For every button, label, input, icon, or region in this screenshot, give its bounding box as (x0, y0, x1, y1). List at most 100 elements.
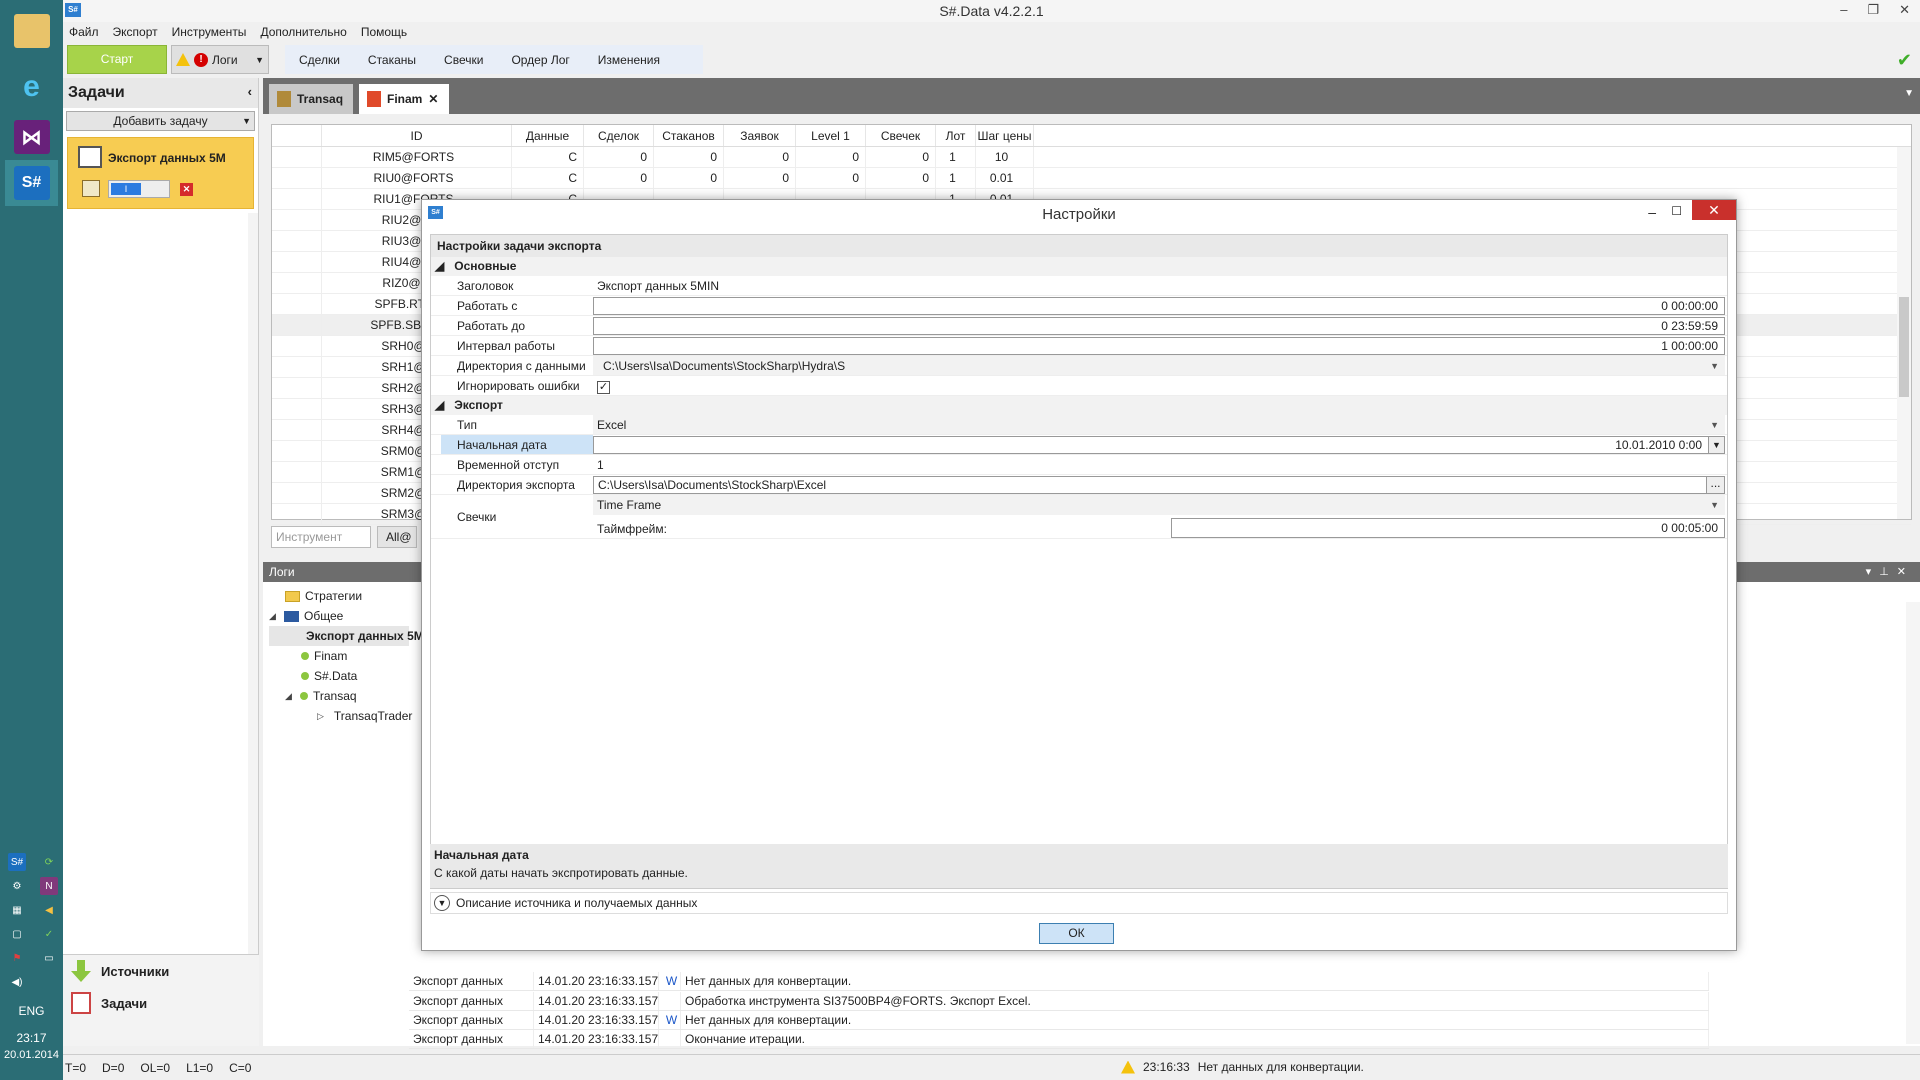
log-row[interactable]: Экспорт данных 14.01.20 23:16:33.157 W Нет … (409, 972, 1709, 991)
tasks-scrollbar[interactable] (248, 213, 258, 1028)
grid-column-header[interactable]: Сделок (584, 125, 654, 146)
shield-tray-icon[interactable]: ✓ (40, 925, 58, 943)
task-card[interactable]: Экспорт данных 5MIN I ✕ (67, 137, 254, 209)
stocksharp-tray-icon[interactable]: S# (8, 853, 26, 871)
grid-row-selector[interactable] (272, 462, 322, 482)
timeframe-input[interactable]: 0 00:05:00 (1171, 518, 1725, 538)
export-type-select[interactable]: Excel ▼ (593, 415, 1725, 434)
scroll-thumb[interactable] (1899, 297, 1909, 397)
grid-row[interactable]: RIU0@FORTS C 0 0 0 0 0 1 0.01 (272, 168, 1911, 189)
view-trades-button[interactable]: Сделки (285, 53, 354, 67)
prop-title-value[interactable]: Экспорт данных 5MIN (593, 276, 1725, 295)
flag-tray-icon[interactable]: ⚑ (8, 949, 26, 967)
grid-column-header[interactable]: Заявок (724, 125, 796, 146)
category-export[interactable]: ◢ Экспорт (431, 396, 1727, 415)
expand-icon[interactable]: ▷ (317, 711, 324, 722)
pin-icon[interactable]: ⊥ (1879, 566, 1897, 578)
start-button[interactable]: Старт (67, 45, 167, 74)
grid-row-selector[interactable] (272, 504, 322, 524)
grid-row-selector[interactable] (272, 294, 322, 314)
delete-task-icon[interactable]: ✕ (180, 183, 193, 196)
grid-row-selector[interactable] (272, 378, 322, 398)
grid-row-selector[interactable] (272, 147, 322, 167)
grid-column-header[interactable]: Данные (512, 125, 584, 146)
grid-scrollbar[interactable] (1897, 147, 1911, 519)
minimize-icon[interactable]: – (1648, 204, 1656, 220)
status-message[interactable]: 23:16:33 Нет данных для конвертации. (1121, 1060, 1364, 1074)
taskbar-ie[interactable]: e (5, 64, 58, 110)
collapse-icon[interactable]: ‹ (248, 84, 252, 99)
add-task-button[interactable]: Добавить задачу ▼ (66, 111, 255, 131)
display-tray-icon[interactable]: ▭ (40, 949, 58, 967)
all-instruments-button[interactable]: All@ (377, 526, 417, 548)
grid-column-header[interactable]: Стаканов (654, 125, 724, 146)
grid-row-selector[interactable] (272, 273, 322, 293)
grid-column-header[interactable]: Лот (936, 125, 976, 146)
export-dir-input[interactable]: C:\Users\Isa\Documents\StockSharp\Excel … (593, 476, 1725, 494)
work-from-input[interactable]: 0 00:00:00 (593, 297, 1725, 315)
expand-icon[interactable]: ◢ (285, 691, 295, 702)
task-enable-toggle[interactable]: I (108, 180, 170, 198)
grid-column-header[interactable]: Шаг цены (976, 125, 1034, 146)
app-tray-icon[interactable]: ⚙ (8, 877, 26, 895)
instrument-filter-input[interactable]: Инструмент (271, 526, 371, 548)
menu-export[interactable]: Экспорт (113, 25, 158, 39)
close-pane-icon[interactable]: ✕ (1897, 566, 1914, 578)
grid-row-selector[interactable] (272, 252, 322, 272)
log-row[interactable]: Экспорт данных 14.01.20 23:16:33.157 W Нет … (409, 1011, 1709, 1030)
log-tree-node[interactable]: Экспорт данных 5MIN (269, 626, 436, 646)
sync-tray-icon[interactable]: ⟳ (40, 853, 58, 871)
network-tray-icon[interactable]: ▦ (8, 901, 26, 919)
taskbar-explorer[interactable] (5, 8, 58, 54)
candles-type-select[interactable]: Time Frame ▼ (593, 495, 1725, 515)
data-dir-select[interactable]: C:\Users\Isa\Documents\StockSharp\Hydra\… (593, 356, 1725, 375)
grid-row-selector[interactable] (272, 336, 322, 356)
menu-advanced[interactable]: Дополнительно (260, 25, 346, 39)
menu-help[interactable]: Помощь (361, 25, 407, 39)
ok-button[interactable]: ОК (1039, 923, 1114, 944)
close-icon[interactable]: ✕ (1899, 2, 1910, 18)
tab-finam[interactable]: Finam ✕ (359, 84, 449, 114)
grid-column-header[interactable]: ID (322, 125, 512, 146)
log-tree-node[interactable]: Стратегии (269, 586, 409, 606)
grid-row-selector[interactable] (272, 357, 322, 377)
view-candles-button[interactable]: Свечки (430, 53, 497, 67)
grid-row-selector[interactable] (272, 399, 322, 419)
close-tab-icon[interactable]: ✕ (428, 92, 438, 106)
view-depths-button[interactable]: Стаканы (354, 53, 430, 67)
clock-time[interactable]: 23:17 (0, 1031, 63, 1045)
grid-row-selector[interactable] (272, 483, 322, 503)
grid-column-header[interactable]: Свечек (866, 125, 936, 146)
grid-row-selector[interactable] (272, 231, 322, 251)
start-date-input[interactable]: 10.01.2010 0:00 ▼ (593, 436, 1725, 454)
clock-date[interactable]: 20.01.2014 (0, 1049, 63, 1061)
log-tree-node[interactable]: S#.Data (269, 666, 409, 686)
log-row[interactable]: Экспорт данных 14.01.20 23:16:33.157 Оконч… (409, 1030, 1709, 1049)
volume-tray-icon[interactable]: ◀ (40, 901, 58, 919)
pane-menu-icon[interactable]: ▾ (1866, 566, 1880, 578)
expand-icon[interactable]: ◢ (269, 611, 279, 622)
work-to-input[interactable]: 0 23:59:59 (593, 317, 1725, 335)
offset-value[interactable]: 1 (593, 455, 1725, 474)
view-orderlog-button[interactable]: Ордер Лог (497, 53, 583, 67)
log-row[interactable]: Экспорт данных 14.01.20 23:16:33.157 Обраб… (409, 992, 1709, 1011)
category-main[interactable]: ◢ Основные (431, 257, 1727, 276)
source-description-expander[interactable]: ▼ Описание источника и получаемых данных (430, 892, 1728, 914)
log-tree-node[interactable]: Finam (269, 646, 409, 666)
grid-row[interactable]: RIM5@FORTS C 0 0 0 0 0 1 10 (272, 147, 1911, 168)
speaker-tray-icon[interactable]: ◀) (8, 973, 26, 991)
tabs-dropdown-icon[interactable]: ▼ (1904, 88, 1914, 99)
log-tree-node[interactable]: ▷ TransaqTrader (269, 706, 412, 726)
grid-row-selector[interactable] (272, 441, 322, 461)
grid-row-selector[interactable] (272, 420, 322, 440)
logs-scrollbar[interactable] (1906, 602, 1920, 1044)
menu-file[interactable]: Файл (69, 25, 99, 39)
maximize-icon[interactable]: ☐ (1671, 204, 1682, 218)
maximize-icon[interactable]: ❐ (1867, 2, 1879, 18)
window-tray-icon[interactable]: ▢ (8, 925, 26, 943)
tab-transaq[interactable]: Transaq (269, 84, 353, 114)
taskbar-visual-studio[interactable]: ⋈ (5, 114, 58, 160)
grid-column-header[interactable]: Level 1 (796, 125, 866, 146)
edit-task-icon[interactable] (82, 180, 100, 197)
nav-tasks[interactable]: Задачи (63, 987, 259, 1019)
